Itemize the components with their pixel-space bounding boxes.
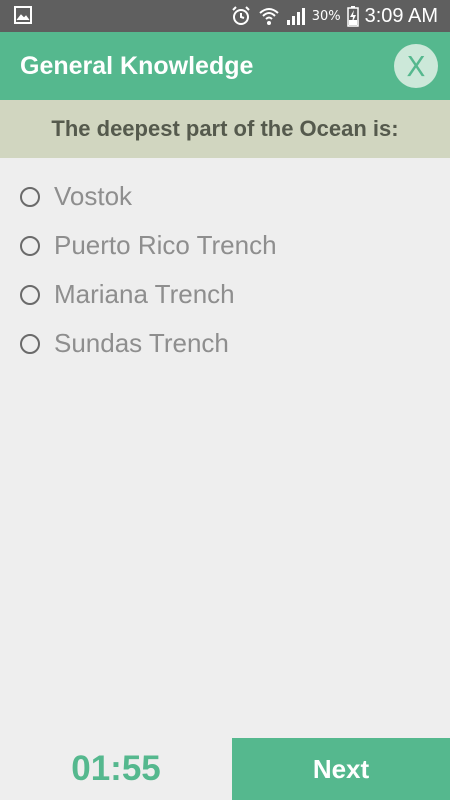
battery-charging-icon — [346, 6, 359, 27]
signal-icon — [286, 8, 305, 25]
radio-button[interactable] — [20, 284, 40, 305]
app-bar: General Knowledge X — [0, 32, 450, 100]
status-bar: 30% 3:09 AM — [0, 0, 450, 32]
clock: 3:09 AM — [364, 4, 438, 27]
gallery-icon — [14, 6, 32, 24]
status-icons: 30% 3:09 AM — [230, 0, 438, 32]
option-sundas-trench[interactable]: Sundas Trench — [0, 319, 450, 368]
question-bar: The deepest part of the Ocean is: — [0, 100, 450, 158]
radio-button[interactable] — [20, 333, 40, 354]
radio-button[interactable] — [20, 235, 40, 256]
wifi-icon — [259, 8, 279, 25]
option-vostok[interactable]: Vostok — [0, 172, 450, 221]
option-label: Mariana Trench — [54, 279, 235, 309]
answer-options: Vostok Puerto Rico Trench Mariana Trench… — [0, 172, 450, 368]
close-icon: X — [406, 49, 426, 83]
option-puerto-rico-trench[interactable]: Puerto Rico Trench — [0, 221, 450, 270]
option-mariana-trench[interactable]: Mariana Trench — [0, 270, 450, 319]
next-button[interactable]: Next — [232, 738, 450, 800]
alarm-icon — [231, 6, 250, 25]
app-title: General Knowledge — [20, 52, 254, 80]
battery-percent: 30% — [311, 8, 341, 24]
option-label: Vostok — [54, 181, 133, 211]
countdown-timer: 01:55 — [71, 749, 161, 788]
radio-button[interactable] — [20, 186, 40, 207]
option-label: Puerto Rico Trench — [54, 230, 277, 260]
question-text: The deepest part of the Ocean is: — [51, 116, 399, 141]
option-label: Sundas Trench — [54, 328, 229, 358]
close-button[interactable]: X — [394, 44, 438, 88]
